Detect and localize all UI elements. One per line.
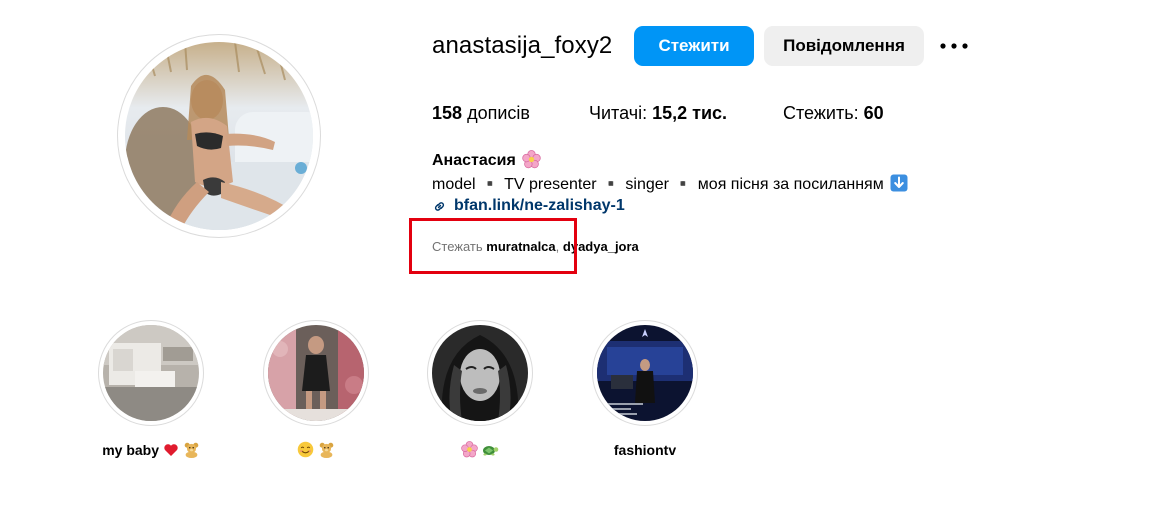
followers-label: Читачі: <box>589 103 648 123</box>
flower-emoji-icon <box>460 441 482 458</box>
followers-number: 15,2 тис. <box>652 103 728 123</box>
following-count[interactable]: Стежить: 60 <box>783 102 884 124</box>
more-options-icon[interactable] <box>936 34 972 58</box>
story-highlight[interactable] <box>263 320 369 426</box>
posts-number: 158 <box>432 103 463 123</box>
avatar-photo <box>125 42 313 230</box>
posts-count: 158 дописів <box>432 102 530 124</box>
story-highlight-label[interactable] <box>400 440 560 460</box>
bio-description: model ▪️ TV presenter ▪️ singer ▪️ моя п… <box>432 174 908 195</box>
story-highlight[interactable] <box>98 320 204 426</box>
bio-link-text: bfan.link/ne-zalishay-1 <box>454 197 625 214</box>
story-highlight-label[interactable] <box>236 440 396 460</box>
story-highlight[interactable] <box>592 320 698 426</box>
bio-external-link[interactable]: bfan.link/ne-zalishay-1 <box>432 196 625 216</box>
story-highlight[interactable] <box>427 320 533 426</box>
follow-button[interactable]: Стежити <box>634 26 754 66</box>
profile-username: anastasija_foxy2 <box>432 32 613 59</box>
message-button[interactable]: Повідомлення <box>764 26 924 66</box>
full-name-text: Анастасия <box>432 152 516 169</box>
story-highlight-cover <box>103 325 199 421</box>
story-highlight-cover <box>597 325 693 421</box>
smiling-face-emoji-icon <box>297 441 318 458</box>
turtle-emoji-icon <box>481 442 499 458</box>
profile-avatar[interactable] <box>117 34 321 238</box>
story-highlight-label[interactable]: my baby <box>71 440 231 460</box>
profile-full-name: Анастасия <box>432 150 541 172</box>
story-highlight-label[interactable]: fashiontv <box>565 440 725 460</box>
link-icon <box>433 200 446 213</box>
story-highlight-cover <box>268 325 364 421</box>
flower-emoji-icon <box>522 150 541 172</box>
bio-text: model ▪️ TV presenter ▪️ singer ▪️ моя п… <box>432 175 884 193</box>
following-label: Стежить: <box>783 103 859 123</box>
following-number: 60 <box>863 103 884 123</box>
posts-label: дописів <box>467 103 530 123</box>
teddy-bear-emoji-icon <box>318 442 335 458</box>
heart-emoji-icon <box>163 442 183 458</box>
teddy-bear-emoji-icon <box>183 442 200 458</box>
story-highlight-cover <box>432 325 528 421</box>
story-label-text: fashiontv <box>613 442 677 458</box>
down-arrow-emoji-icon <box>890 174 908 195</box>
story-label-text: my baby <box>102 442 160 458</box>
annotation-highlight-box <box>409 218 577 274</box>
followers-count[interactable]: Читачі: 15,2 тис. <box>589 102 727 124</box>
